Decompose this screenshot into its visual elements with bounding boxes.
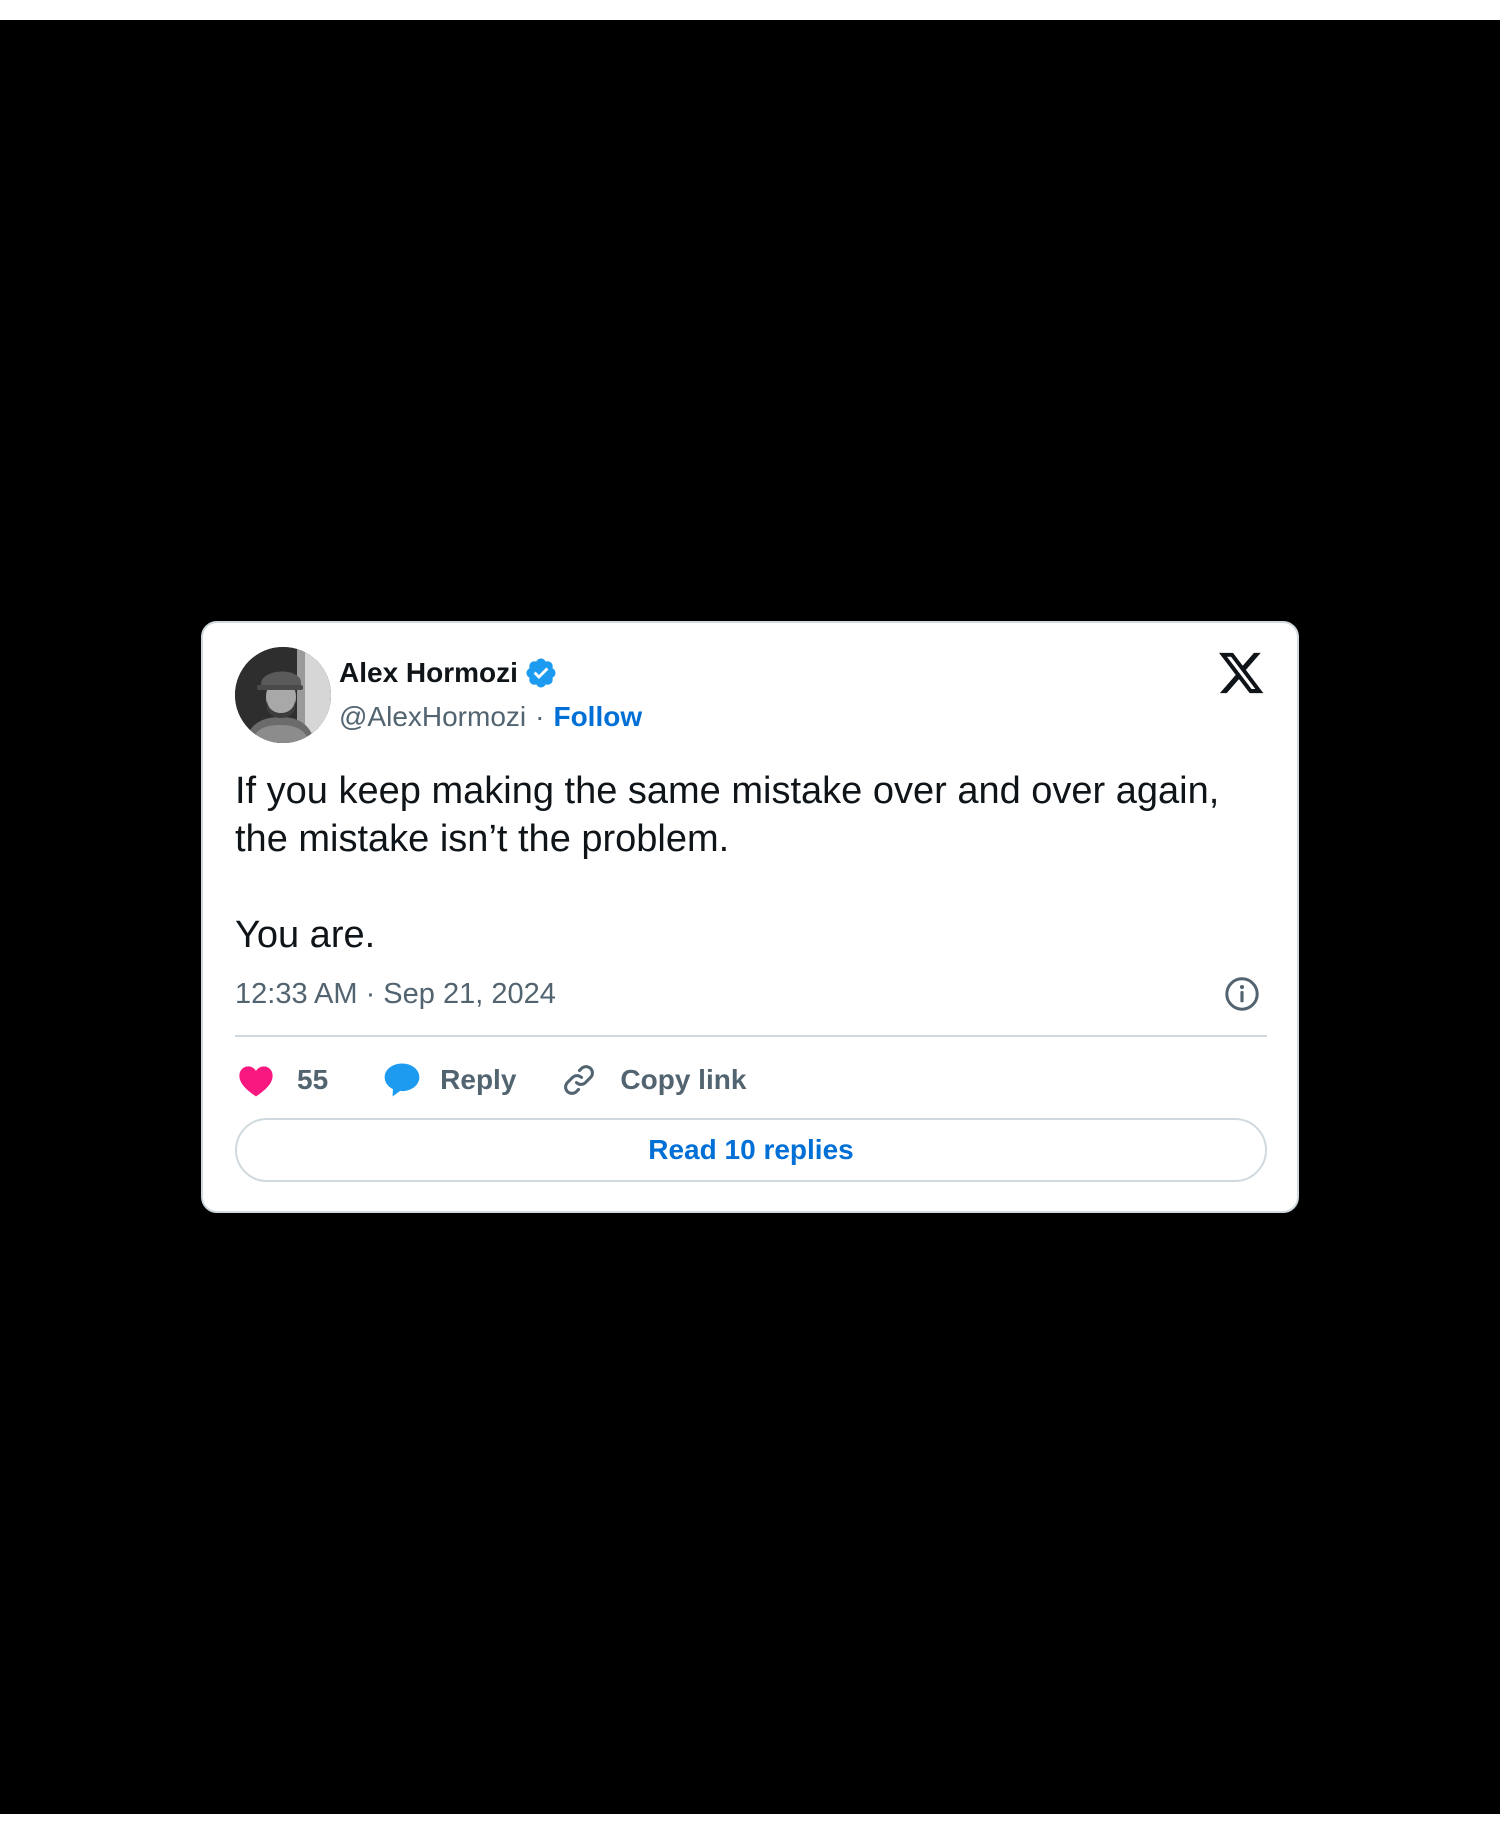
action-bar: 55 Reply Copy link: [235, 1056, 746, 1104]
tweet-text-line: You are.: [235, 914, 376, 956]
like-count: 55: [297, 1064, 329, 1095]
heart-icon: [237, 1062, 275, 1098]
follow-link[interactable]: Follow: [553, 698, 642, 736]
tweet-text-line: If you keep making the same mistake over…: [235, 770, 1220, 812]
link-icon: [560, 1061, 598, 1099]
reply-label: Reply: [440, 1064, 517, 1095]
x-logo-icon[interactable]: [1219, 651, 1265, 695]
speech-bubble-icon: [382, 1061, 422, 1099]
tweet-timestamp[interactable]: 12:33 AM · Sep 21, 2024: [235, 975, 556, 1013]
tweet-text-line: the mistake isn’t the problem.: [235, 818, 730, 860]
handle-separator: ·: [535, 701, 545, 732]
verified-badge-icon: [524, 656, 558, 690]
info-icon[interactable]: [1223, 975, 1261, 1013]
author-display-name[interactable]: Alex Hormozi: [339, 654, 518, 692]
copy-link-button[interactable]: Copy link: [560, 1061, 746, 1099]
read-replies-button[interactable]: Read 10 replies: [235, 1118, 1267, 1182]
reply-button[interactable]: Reply: [382, 1061, 516, 1099]
avatar[interactable]: [235, 647, 331, 743]
like-button[interactable]: 55: [237, 1062, 328, 1098]
author-handle[interactable]: @AlexHormozi: [339, 698, 526, 736]
copy-link-label: Copy link: [620, 1064, 747, 1095]
tweet-card: Alex Hormozi @AlexHormozi · Follow If yo…: [201, 621, 1299, 1213]
tweet-text: If you keep making the same mistake over…: [235, 767, 1275, 959]
divider: [235, 1035, 1267, 1037]
